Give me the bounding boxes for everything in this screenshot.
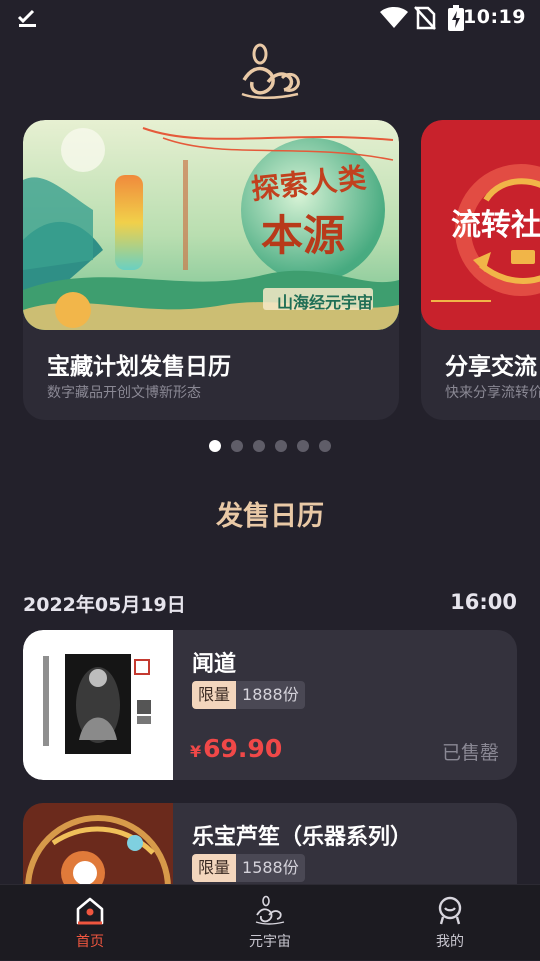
tab-metaverse[interactable]: 元宇宙: [180, 885, 360, 961]
schedule-header: 2022年05月19日 16:00: [23, 590, 517, 618]
carousel-card-calendar[interactable]: 探索人类 本源 山海经元宇宙 宝藏计划发售日历 数字藏品开创文博新形态: [23, 120, 399, 420]
limit-tag: 限量: [192, 681, 237, 709]
page-dot[interactable]: [253, 440, 265, 452]
product-name: 乐宝芦笙（乐器系列）: [192, 825, 413, 850]
tab-profile[interactable]: 我的: [360, 885, 540, 961]
limit-badge: 限量 1588份: [192, 854, 305, 882]
home-icon: [76, 897, 104, 925]
sale-time: 16:00: [450, 590, 517, 614]
price-value: 69.90: [203, 734, 283, 763]
page-dot[interactable]: [231, 440, 243, 452]
wifi-icon: [380, 7, 408, 28]
card-subtitle: 数字藏品开创文博新形态: [47, 385, 201, 401]
banner-image: 探索人类 本源 山海经元宇宙: [23, 120, 399, 330]
section-title: 发售日历: [216, 501, 324, 532]
profile-icon: [438, 896, 462, 925]
tab-label: 元宇宙: [249, 934, 291, 950]
banner-headline-bottom: 本源: [261, 211, 346, 260]
product-card[interactable]: 闻道 限量 1888份 ¥ 69.90 已售罄: [23, 630, 517, 780]
page-dot[interactable]: [275, 440, 287, 452]
clock-time: 10:19: [463, 6, 526, 28]
currency-symbol: ¥: [190, 742, 202, 761]
sale-date: 2022年05月19日: [23, 594, 186, 616]
banner-image: 流转社: [421, 120, 540, 330]
bottom-tab-bar: 首页 元宇宙 我的: [0, 884, 540, 960]
app-logo-icon: [241, 43, 300, 99]
metaverse-logo-icon: [255, 895, 285, 925]
sold-out-status: 已售罄: [441, 742, 499, 764]
page-dot[interactable]: [297, 440, 309, 452]
limit-tag: 限量: [192, 854, 237, 882]
carousel-page-indicator[interactable]: [209, 440, 331, 452]
limit-quantity: 1588份: [236, 854, 305, 882]
limit-badge: 限量 1888份: [192, 681, 305, 709]
status-bar: 10:19: [0, 0, 540, 36]
tab-label: 我的: [436, 934, 464, 950]
no-sim-icon: [414, 6, 436, 30]
battery-charging-icon: [448, 5, 464, 31]
product-thumbnail: [23, 630, 173, 780]
card-title: 宝藏计划发售日历: [47, 354, 231, 380]
tab-home[interactable]: 首页: [0, 885, 180, 961]
banner-caption: 山海经元宇宙: [277, 293, 374, 312]
card-title: 分享交流: [445, 354, 537, 380]
banner-carousel[interactable]: 探索人类 本源 山海经元宇宙 宝藏计划发售日历 数字藏品开创文博新形态 流转社 …: [0, 120, 540, 422]
product-price: ¥ 69.90: [190, 734, 282, 763]
limit-quantity: 1888份: [236, 681, 305, 709]
banner-headline: 流转社: [451, 208, 540, 243]
tab-label: 首页: [76, 934, 104, 950]
page-dot-active[interactable]: [209, 440, 221, 452]
carousel-card-share[interactable]: 流转社 分享交流 快来分享流转价: [421, 120, 540, 420]
product-name: 闻道: [192, 652, 237, 677]
download-done-icon: [17, 9, 36, 27]
page-dot[interactable]: [319, 440, 331, 452]
card-subtitle: 快来分享流转价: [445, 385, 540, 401]
